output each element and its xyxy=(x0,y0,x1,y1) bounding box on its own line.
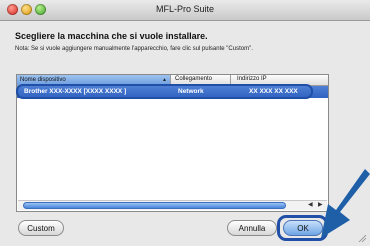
scroll-left-arrow-icon[interactable]: ◀ xyxy=(308,201,313,210)
title-bar[interactable]: MFL-Pro Suite xyxy=(0,0,370,21)
custom-button[interactable]: Custom xyxy=(18,220,64,236)
column-header-ip-address[interactable]: Indirizzo IP xyxy=(237,76,267,82)
selected-row-highlight xyxy=(16,84,313,99)
installer-window: MFL-Pro Suite Scegliere la macchina che … xyxy=(0,0,370,246)
cancel-button[interactable]: Annulla xyxy=(227,220,277,236)
scrollbar-thumb[interactable] xyxy=(23,202,286,209)
window-title: MFL-Pro Suite xyxy=(155,4,215,14)
sort-ascending-icon: ▲ xyxy=(162,77,167,83)
column-header-connection[interactable]: Collegamento xyxy=(175,76,212,82)
ok-button[interactable]: OK xyxy=(283,220,323,236)
pointer-arrow-icon xyxy=(321,169,370,238)
horizontal-scrollbar[interactable]: ◀ ▶ xyxy=(18,200,327,210)
instruction-note: Nota: Se si vuole aggiungere manualmente… xyxy=(15,46,253,52)
instruction-heading: Scegliere la macchina che si vuole insta… xyxy=(15,31,208,41)
